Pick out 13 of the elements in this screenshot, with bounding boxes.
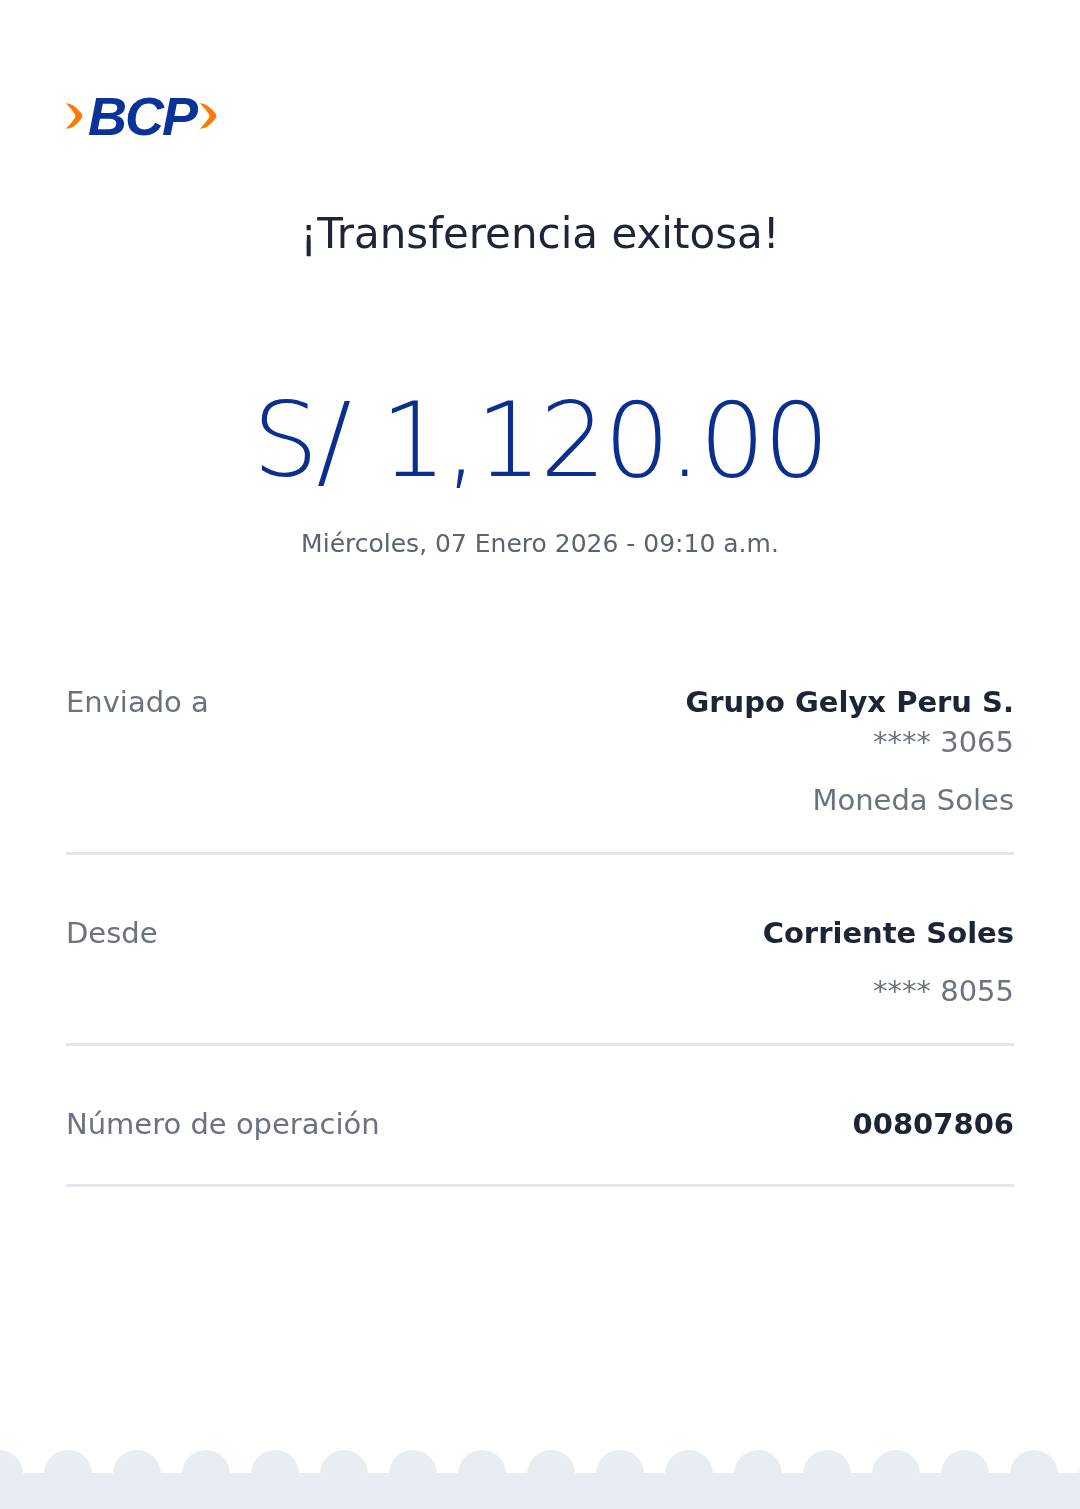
detail-label: Desde (66, 915, 158, 952)
logo-text: BCP (88, 92, 196, 140)
detail-label: Número de operación (66, 1106, 380, 1143)
date-time-text: Miércoles, 07 Enero 2026 - 09:10 a.m. (300, 528, 780, 560)
detail-value: **** 3065 (872, 724, 1014, 761)
detail-value: **** 8055 (872, 973, 1014, 1010)
detail-value: Moneda Soles (812, 782, 1014, 819)
amount-text: S/ 1,120.00 (251, 380, 829, 500)
detail-value: Grupo Gelyx Peru S. (685, 684, 1014, 721)
detail-label: Enviado a (66, 684, 209, 721)
detail-value: Corriente Soles (762, 915, 1014, 952)
detail-value: 00807806 (852, 1106, 1014, 1143)
page-title: ¡Transferencia exitosa! (299, 208, 781, 260)
